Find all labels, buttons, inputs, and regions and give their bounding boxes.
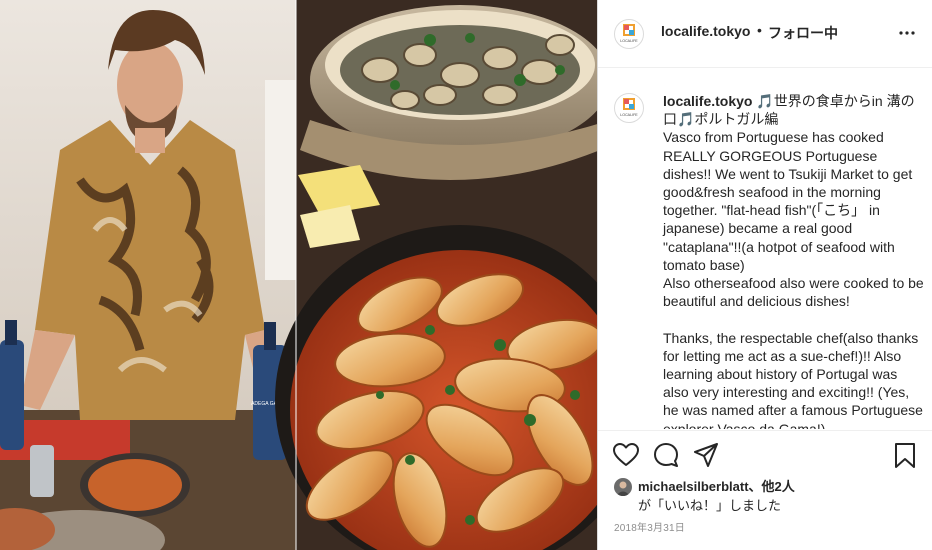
caption-avatar[interactable]: LOCALIFE	[614, 93, 644, 123]
comments-area[interactable]: LOCALIFE localife.tokyo 🎵世界の食卓からin 溝の口🎵ポ…	[598, 68, 932, 429]
action-bar	[598, 430, 932, 470]
likes-others[interactable]: 、他2人	[749, 479, 795, 494]
header-username[interactable]: localife.tokyo	[661, 23, 750, 39]
heart-icon[interactable]	[613, 443, 639, 467]
localife-logo-icon: LOCALIFE	[620, 98, 638, 117]
share-icon[interactable]	[694, 443, 718, 467]
post-date[interactable]: 2018年3月31日	[614, 519, 685, 534]
post-caption: localife.tokyo 🎵世界の食卓からin 溝の口🎵ポルトガル編 Vas…	[663, 92, 925, 429]
post-detail-panel: LOCALIFE localife.tokyo • フォロー中 LOCALIFE…	[597, 0, 932, 550]
post-header: LOCALIFE localife.tokyo • フォロー中	[598, 0, 932, 68]
bookmark-icon[interactable]	[894, 443, 916, 469]
liker-avatar[interactable]	[614, 478, 632, 496]
caption-username[interactable]: localife.tokyo	[663, 93, 752, 109]
comment-icon[interactable]	[654, 443, 678, 467]
more-options-icon[interactable]	[898, 24, 916, 42]
account-avatar[interactable]: LOCALIFE	[614, 19, 644, 49]
post-photo: ADEGA GARCIA	[0, 0, 597, 550]
avatar-text: LOCALIFE	[620, 113, 638, 117]
caption-body: Vasco from Portuguese has cooked REALLY …	[663, 129, 924, 429]
localife-logo-icon: LOCALIFE	[620, 24, 638, 43]
following-button[interactable]: フォロー中	[768, 23, 838, 43]
header-separator: •	[757, 22, 762, 38]
user-avatar-icon	[616, 481, 630, 496]
likes-suffix: が「いいね！」しました	[638, 498, 782, 513]
avatar-text: LOCALIFE	[620, 39, 638, 43]
liker-username[interactable]: michaelsilberblatt	[638, 479, 749, 494]
likes-summary: michaelsilberblatt、他2人 が「いいね！」しました	[614, 476, 924, 516]
post-image[interactable]: ADEGA GARCIA	[0, 0, 597, 550]
likes-line: michaelsilberblatt、他2人	[638, 476, 795, 495]
